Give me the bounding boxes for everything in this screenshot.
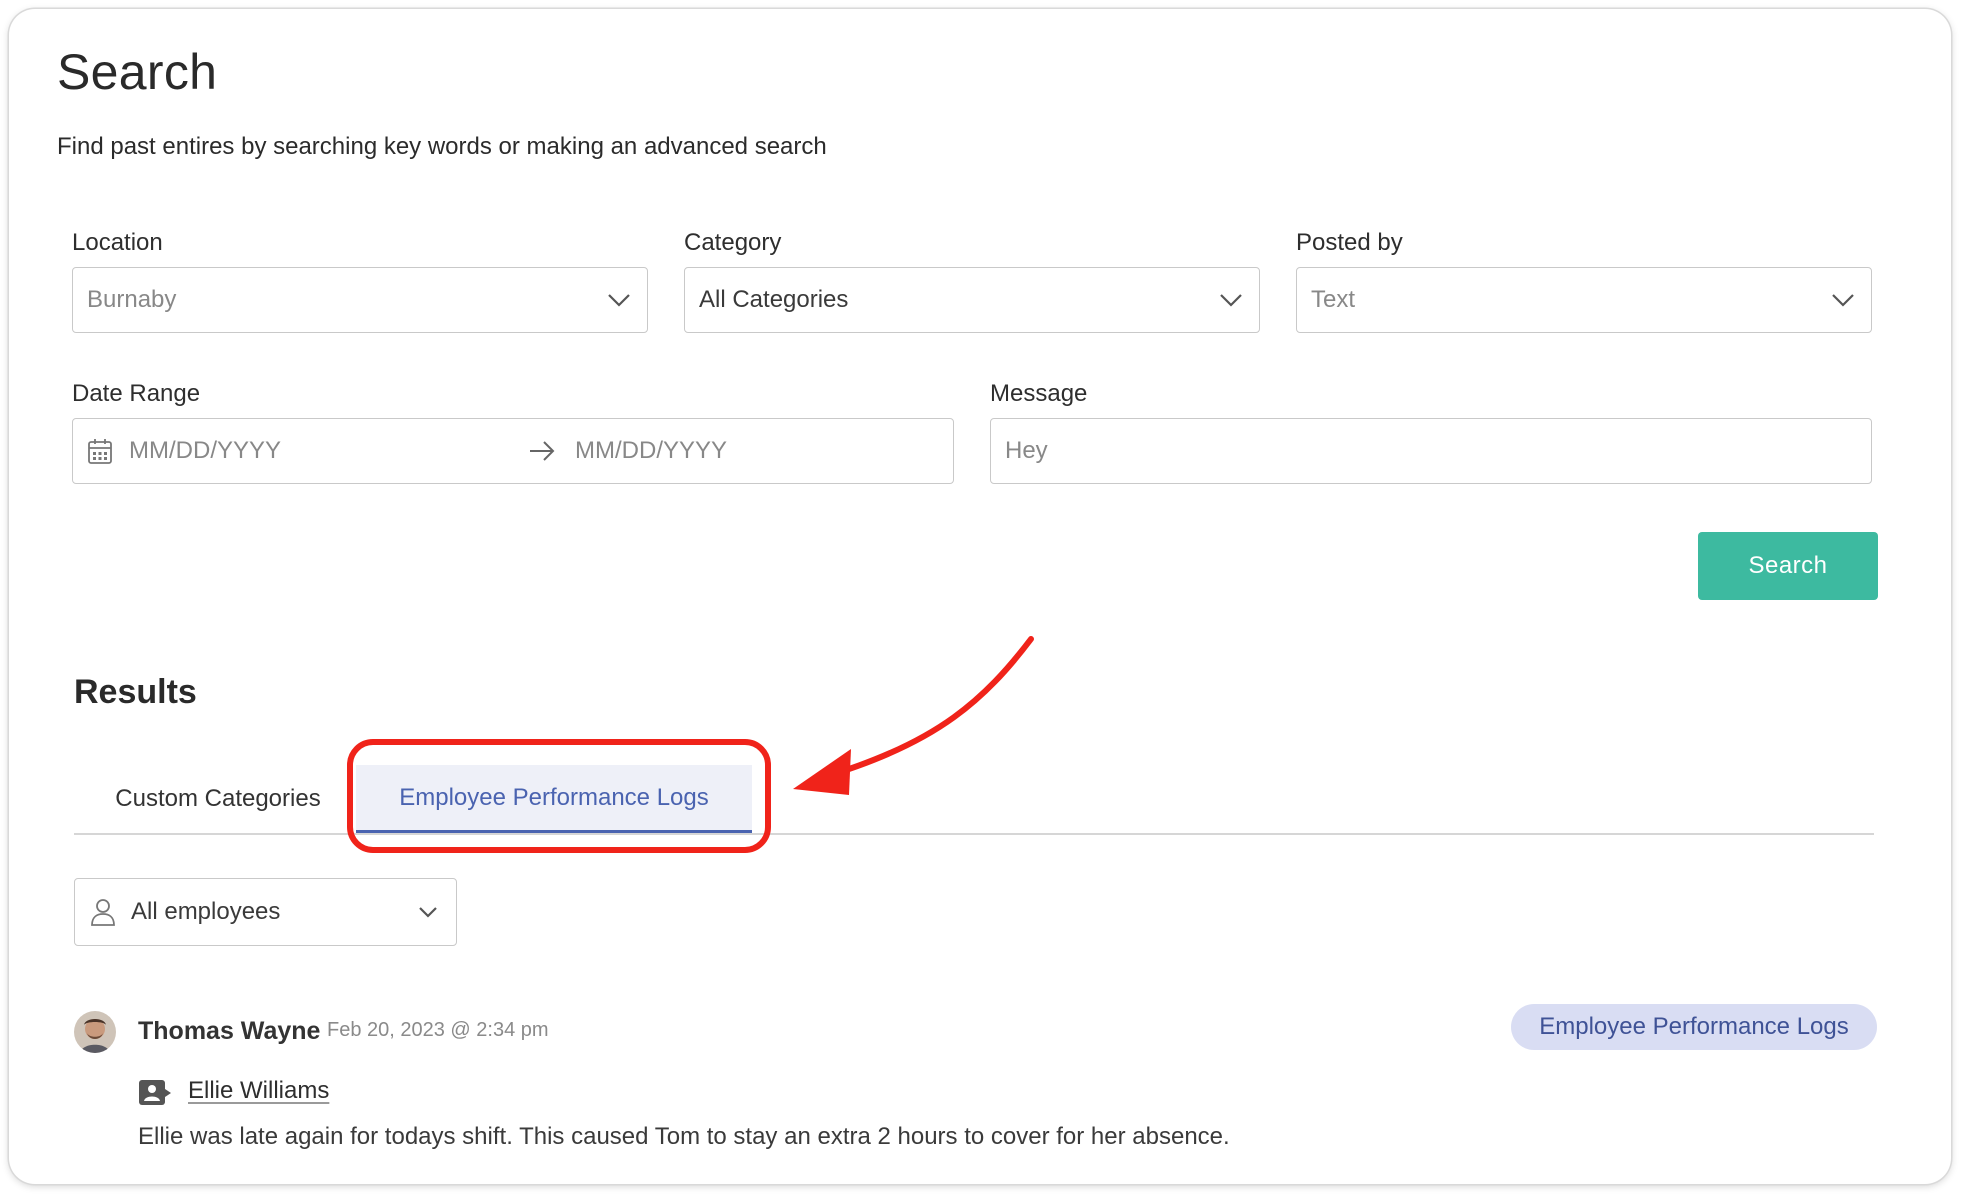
- avatar: [74, 1011, 116, 1053]
- category-value: All Categories: [699, 286, 849, 313]
- annotation-arrow-icon: [793, 636, 1034, 795]
- location-label: Location: [72, 229, 163, 256]
- user-icon: [91, 899, 115, 926]
- chevron-down-icon: [419, 907, 437, 918]
- results-title: Results: [74, 673, 197, 711]
- posted-by-select[interactable]: Text: [1296, 267, 1872, 333]
- category-label: Category: [684, 229, 782, 256]
- message-value: Hey: [1005, 437, 1048, 464]
- date-range-label: Date Range: [72, 380, 201, 407]
- contact-card-icon: [139, 1080, 171, 1105]
- arrow-right-icon: [530, 441, 555, 461]
- end-date-input[interactable]: MM/DD/YYYY: [575, 437, 727, 465]
- tabs-divider: [74, 833, 1874, 835]
- employee-filter-value: All employees: [131, 898, 281, 925]
- app-window: Search Find past entires by searching ke…: [9, 9, 1951, 1184]
- location-value: Burnaby: [87, 286, 177, 313]
- category-badge: Employee Performance Logs: [1511, 1004, 1877, 1050]
- entry-author: Thomas Wayne: [138, 1017, 321, 1045]
- page-title: Search: [57, 44, 218, 100]
- annotation-highlight-box: [347, 739, 771, 853]
- tab-custom-categories[interactable]: Custom Categories: [95, 765, 341, 833]
- posted-by-value: Text: [1311, 286, 1356, 313]
- posted-by-label: Posted by: [1296, 229, 1403, 256]
- chevron-down-icon: [608, 294, 630, 307]
- date-range-picker[interactable]: MM/DD/YYYY MM/DD/YYYY: [72, 418, 954, 484]
- entry-timestamp: Feb 20, 2023 @ 2:34 pm: [327, 1019, 549, 1041]
- chevron-down-icon: [1832, 294, 1854, 307]
- entry-message: Ellie was late again for todays shift. T…: [138, 1123, 1230, 1150]
- page-subtitle: Find past entires by searching key words…: [57, 133, 827, 160]
- chevron-down-icon: [1220, 294, 1242, 307]
- employee-link[interactable]: Ellie Williams: [188, 1077, 329, 1105]
- search-button[interactable]: Search: [1698, 532, 1878, 600]
- employee-filter-select[interactable]: All employees: [74, 878, 457, 946]
- location-select[interactable]: Burnaby: [72, 267, 648, 333]
- start-date-input[interactable]: MM/DD/YYYY: [129, 437, 527, 465]
- category-select[interactable]: All Categories: [684, 267, 1260, 333]
- calendar-icon: [88, 439, 112, 464]
- message-label: Message: [990, 380, 1088, 407]
- message-input[interactable]: Hey: [990, 418, 1872, 484]
